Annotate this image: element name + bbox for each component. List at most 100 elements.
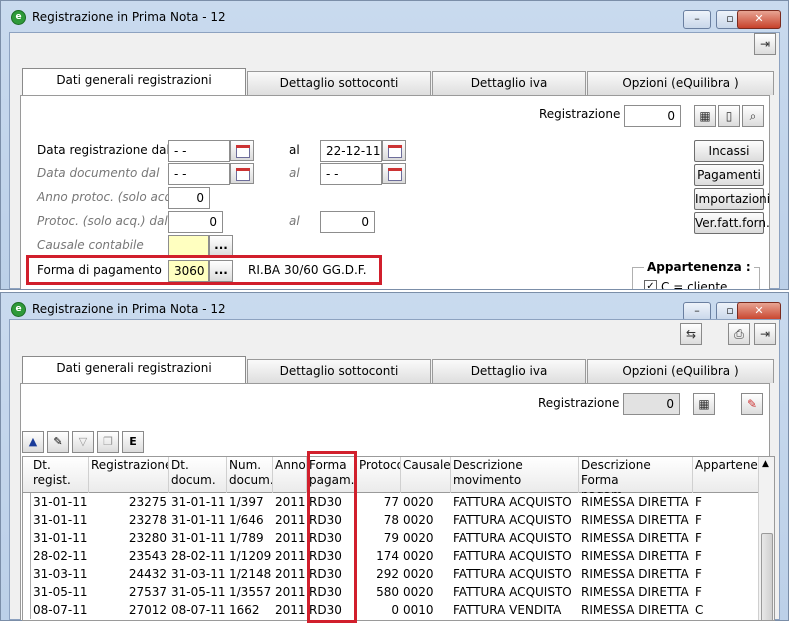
data-registrazione-al-field[interactable]: 22-12-11 <box>320 140 382 162</box>
column-header-registrazione[interactable]: Registrazione <box>89 457 169 493</box>
table-row[interactable]: 31-01-11 23275 31-01-11 1/397 2011 RD30 77 0020… <box>23 493 758 511</box>
grid-view-button[interactable]: ▦ <box>693 393 715 415</box>
grid-view-icon: ▦ <box>698 397 710 411</box>
minimize-button[interactable]: – <box>683 10 711 29</box>
importazioni-button[interactable]: Importazioni <box>694 188 770 210</box>
window-title: Registrazione in Prima Nota - 12 <box>32 10 226 24</box>
data-registrazione-dal-field[interactable]: - - <box>168 140 230 162</box>
cell-dt-docum: 31-01-11 <box>171 531 226 545</box>
cell-registrazione: 24432 <box>128 567 167 581</box>
chevron-up-icon[interactable]: ▲ <box>762 459 769 469</box>
refresh-button[interactable]: ⇆ <box>680 323 702 345</box>
column-header-protocol[interactable]: Protocol <box>357 457 401 493</box>
causale-lookup-button[interactable]: ... <box>209 235 233 257</box>
causale-contabile-field[interactable] <box>168 235 209 257</box>
data-documento-dal-field[interactable]: - - <box>168 163 230 185</box>
edit-filter-button[interactable]: ✎ <box>47 431 69 453</box>
highlight-box-forma-pagam-column <box>307 451 357 623</box>
calendar-icon[interactable] <box>382 140 406 161</box>
cell-dt-regist: 31-05-11 <box>33 585 88 599</box>
filter-button[interactable]: ▽ <box>72 431 94 453</box>
tab-dettaglio-iva[interactable]: Dettaglio iva <box>432 359 586 383</box>
cell-registrazione: 27012 <box>128 603 167 617</box>
window-title: Registrazione in Prima Nota - 12 <box>32 302 226 316</box>
ver-fatt-forn-button[interactable]: Ver.fatt.forn. <box>694 212 770 234</box>
close-button[interactable]: ✕ <box>737 10 781 29</box>
cell-protocol: 78 <box>383 513 399 527</box>
copy-button[interactable]: ❐ <box>97 431 119 453</box>
pagamenti-button[interactable]: Pagamenti <box>694 164 764 186</box>
calendar-icon[interactable] <box>382 163 406 184</box>
registrazione-field[interactable]: 0 <box>624 105 681 127</box>
export-button[interactable]: E <box>122 431 144 453</box>
column-header-descrizione-movimento[interactable]: Descrizione movimento <box>451 457 579 493</box>
grid-view-button[interactable]: ▦ <box>694 105 716 127</box>
column-header-causale[interactable]: Causale <box>401 457 451 493</box>
new-button[interactable]: ▯ <box>718 105 740 127</box>
filter-icon: ▽ <box>78 435 88 448</box>
column-header-num-docum[interactable]: Num. docum. <box>227 457 273 493</box>
registrazione-label: Registrazione <box>539 107 621 121</box>
cell-protocol: 174 <box>376 549 399 563</box>
cell-num-docum: 1662 <box>229 603 260 617</box>
table-row[interactable]: 28-02-11 23543 28-02-11 1/1209 2011 RD30 174 00… <box>23 547 758 565</box>
scrollbar-thumb[interactable] <box>761 533 773 620</box>
tab-dati-generali[interactable]: Dati generali registrazioni <box>22 356 246 383</box>
table-row[interactable]: 31-05-11 27537 31-05-11 1/3557 2011 RD30 580 00… <box>23 583 758 601</box>
search-button[interactable]: ⌕ <box>742 105 764 127</box>
tab-dettaglio-sottoconti[interactable]: Dettaglio sottoconti <box>247 71 431 95</box>
cell-descrizione-forma-pagam: RIMESSA DIRETTA 3 <box>581 549 693 563</box>
cell-causale: 0020 <box>403 495 434 509</box>
data-documento-al-field[interactable]: - - <box>320 163 382 185</box>
table-row[interactable]: 31-01-11 23280 31-01-11 1/789 2011 RD30 79 0020… <box>23 529 758 547</box>
cliente-checkbox[interactable]: ✓ <box>644 280 657 289</box>
cell-registrazione: 23278 <box>128 513 167 527</box>
cell-descrizione-forma-pagam: RIMESSA DIRETTA 3 <box>581 567 693 581</box>
table-row[interactable]: 08-07-11 27012 08-07-11 1662 2011 RD30 0 0010 FA… <box>23 601 758 619</box>
protoc-al-field[interactable]: 0 <box>320 211 375 233</box>
tab-dettaglio-sottoconti[interactable]: Dettaglio sottoconti <box>247 359 431 383</box>
anno-protoc-field[interactable]: 0 <box>168 187 210 209</box>
row-selector[interactable] <box>23 583 31 601</box>
column-header-appartenenza[interactable]: Appartener <box>693 457 763 493</box>
equilibra-app-icon: e <box>11 10 26 25</box>
edit-button[interactable]: ✎ <box>741 393 763 415</box>
exit-door-icon: ⇥ <box>759 37 771 51</box>
row-selector[interactable] <box>23 511 31 529</box>
column-header-anno[interactable]: Anno <box>273 457 307 493</box>
move-up-button[interactable]: ▲ <box>22 431 44 453</box>
row-selector[interactable] <box>23 493 31 511</box>
exit-door-icon: ⇥ <box>759 327 771 341</box>
tab-dettaglio-iva[interactable]: Dettaglio iva <box>432 71 586 95</box>
row-selector[interactable] <box>23 529 31 547</box>
table-row[interactable]: 31-03-11 24432 31-03-11 1/2148 2011 RD30 292 00… <box>23 565 758 583</box>
print-button[interactable]: ⎙ <box>728 323 750 345</box>
row-selector[interactable] <box>23 565 31 583</box>
title-bar[interactable]: e Registrazione in Prima Nota - 12 – ▫ ✕ <box>1 1 788 34</box>
tab-dati-generali[interactable]: Dati generali registrazioni <box>22 68 246 95</box>
cell-appartenenza: F <box>695 585 702 599</box>
registrazione-field[interactable]: 0 <box>623 393 680 415</box>
al-label: al <box>289 143 300 157</box>
table-row[interactable]: 31-01-11 23278 31-01-11 1/646 2011 RD30 78 0020… <box>23 511 758 529</box>
column-header-descrizione-forma-pagam[interactable]: Descrizione Forma pagam. <box>579 457 693 493</box>
exit-button[interactable]: ⇥ <box>754 33 776 55</box>
cell-dt-docum: 31-01-11 <box>171 495 226 509</box>
column-header-dt-docum[interactable]: Dt. docum. <box>169 457 227 493</box>
incassi-button[interactable]: Incassi <box>694 140 764 162</box>
protoc-dal-field[interactable]: 0 <box>168 211 223 233</box>
tab-opzioni[interactable]: Opzioni (eQuilibra ) <box>587 359 774 383</box>
calendar-icon[interactable] <box>230 140 254 161</box>
cell-registrazione: 27537 <box>128 585 167 599</box>
registrazioni-grid[interactable]: Dt. regist. Registrazione Dt. docum. Num. d… <box>22 456 775 621</box>
cell-num-docum: 1/3557 <box>229 585 272 599</box>
row-selector[interactable] <box>23 547 31 565</box>
column-header-dt-regist[interactable]: Dt. regist. <box>31 457 89 493</box>
new-document-icon: ▯ <box>725 109 733 123</box>
row-selector[interactable] <box>23 601 31 619</box>
calendar-icon[interactable] <box>230 163 254 184</box>
vertical-scrollbar[interactable]: ▲ <box>758 457 774 620</box>
exit-button[interactable]: ⇥ <box>754 323 776 345</box>
cell-descrizione-forma-pagam: RIMESSA DIRETTA 3 <box>581 585 693 599</box>
tab-opzioni[interactable]: Opzioni (eQuilibra ) <box>587 71 774 95</box>
